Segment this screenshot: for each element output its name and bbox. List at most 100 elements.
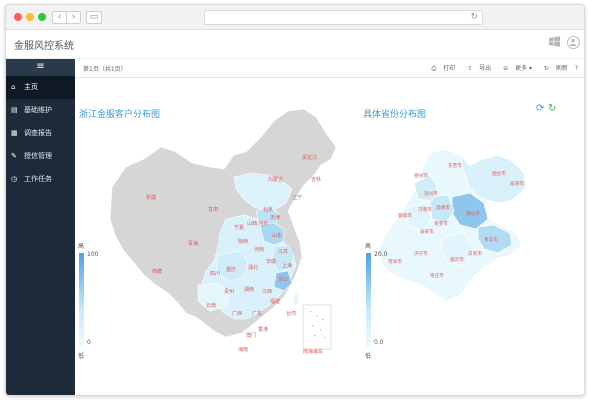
close-window-button[interactable] xyxy=(14,13,22,21)
city-label: 菏泽市 xyxy=(388,258,402,265)
city-label: 东营市 xyxy=(448,162,462,169)
legend-max-value: 100 xyxy=(87,251,99,258)
province-label: 广东 xyxy=(252,310,262,317)
refresh-label: 刷新 xyxy=(555,65,568,72)
sidebar-item-survey-report[interactable]: ▦ 调查报告 xyxy=(6,122,75,145)
legend-gradient-bar[interactable] xyxy=(366,253,371,347)
sidebar-item-basic-maintenance[interactable]: ▤ 基础维护 xyxy=(6,99,75,122)
city-label: 济宁市 xyxy=(414,250,428,257)
city-label: 淄博市 xyxy=(436,204,450,211)
windows-icon[interactable] xyxy=(549,36,560,50)
province-label: 宁夏 xyxy=(234,224,244,231)
edit-icon: ✎ xyxy=(11,152,17,160)
province-label: 湖北 xyxy=(248,264,258,271)
city-label: 潍坊市 xyxy=(466,210,480,217)
more-label: 更多 xyxy=(515,65,528,72)
city-label: 日照市 xyxy=(468,250,482,257)
print-button[interactable]: ⎙ 打印 xyxy=(427,65,456,72)
province-label: 重庆 xyxy=(226,266,236,273)
province-label: 新疆 xyxy=(146,194,156,201)
legend-min-value: 0.0 xyxy=(374,339,384,346)
back-icon[interactable]: ‹ xyxy=(52,11,67,24)
province-label: 香港 xyxy=(258,326,268,333)
province-label: 吉林 xyxy=(311,176,321,183)
more-button[interactable]: ⊖ 更多 ▾ xyxy=(498,65,532,72)
province-label: 甘肃 xyxy=(208,206,218,213)
sidebar-item-home[interactable]: ⌂ 主页 xyxy=(6,76,75,99)
print-icon: ⎙ xyxy=(431,65,437,72)
sidebar: ≡ ⌂ 主页 ▤ 基础维护 ▦ 调查报告 ✎ 授信管理 ◷ 工作任务 xyxy=(6,59,75,395)
province-label: 江苏 xyxy=(278,248,288,255)
city-label: 聊城市 xyxy=(398,212,412,219)
print-label: 打印 xyxy=(443,65,456,72)
export-label: 导出 xyxy=(479,65,492,72)
legend-high-label: 高 xyxy=(365,243,372,250)
province-label: 安徽 xyxy=(266,258,276,265)
city-label: 临沂市 xyxy=(450,256,464,263)
province-label: 青海 xyxy=(188,240,198,247)
toolbar-actions: ⎙ 打印 ⇪ 导出 ⊖ 更多 ▾ ↻ 刷新 ? xyxy=(422,63,578,73)
sidebar-item-credit-management[interactable]: ✎ 授信管理 xyxy=(6,145,75,168)
legend-low-label: 低 xyxy=(365,353,372,360)
clock-icon: ◷ xyxy=(11,175,18,183)
taiwan-island xyxy=(293,293,299,305)
refresh-button[interactable]: ↻ 刷新 xyxy=(539,65,568,72)
user-avatar-icon[interactable] xyxy=(567,36,580,49)
menu-toggle-icon[interactable]: ≡ xyxy=(6,59,75,76)
minimize-window-button[interactable] xyxy=(26,13,34,21)
province-label: 浙江 xyxy=(278,276,288,283)
sidebar-toggle-icon[interactable]: ▭ xyxy=(86,11,102,24)
city-label: 济南市 xyxy=(418,206,432,213)
address-bar[interactable]: ↻ xyxy=(204,10,483,25)
sidebar-item-label: 授信管理 xyxy=(24,152,52,160)
city-label: 枣庄市 xyxy=(430,272,444,279)
browser-window: ‹ › ▭ ↻ 金服风控系统 ≡ ⌂ 主页 ▤ 基础维护 ▦ 调查报告 ✎ 授信… xyxy=(5,4,585,396)
province-map[interactable]: 烟台市 威海市 东营市 德州市 滨州市 潍坊市 淄博市 聊城市 济南市 莱芜市 … xyxy=(374,145,534,305)
south-sea-inset xyxy=(302,304,332,350)
main-content: 第1页（共1页） ⎙ 打印 ⇪ 导出 ⊖ 更多 ▾ ↻ 刷新 ? 浙江金服客户分… xyxy=(76,59,584,395)
legend-low-label: 低 xyxy=(78,353,85,360)
province-label: 河南 xyxy=(254,246,264,253)
province-label: 黑龙江 xyxy=(302,154,317,161)
report-icon: ▦ xyxy=(11,129,18,137)
city-label: 泰安市 xyxy=(420,228,434,235)
province-label: 四川 xyxy=(210,271,220,277)
app-title: 金服风控系统 xyxy=(14,41,74,52)
legend-min-value: 0 xyxy=(87,339,91,346)
province-label: 湖南 xyxy=(244,286,254,293)
city-label: 烟台市 xyxy=(492,170,506,177)
export-button[interactable]: ⇪ 导出 xyxy=(462,65,491,72)
city-label: 青岛市 xyxy=(484,236,498,243)
province-label: 澳门 xyxy=(246,332,256,339)
help-button[interactable]: ? xyxy=(575,65,578,72)
refresh-icon: ↻ xyxy=(543,65,549,72)
more-icon: ⊖ xyxy=(503,65,509,72)
legend-gradient-bar[interactable] xyxy=(79,253,84,347)
province-label: 台湾 xyxy=(286,310,296,317)
restore-icon[interactable]: ⟳ xyxy=(536,103,544,114)
city-label: 德州市 xyxy=(414,172,428,179)
maximize-window-button[interactable] xyxy=(38,13,46,21)
sidebar-item-work-tasks[interactable]: ◷ 工作任务 xyxy=(6,168,75,191)
city-label: 威海市 xyxy=(510,180,524,187)
content-toolbar: 第1页（共1页） ⎙ 打印 ⇪ 导出 ⊖ 更多 ▾ ↻ 刷新 ? xyxy=(76,59,584,78)
province-label: 上海 xyxy=(282,262,292,269)
legend-max-value: 20.0 xyxy=(374,251,388,258)
province-label: 辽宁 xyxy=(292,194,302,201)
forward-icon[interactable]: › xyxy=(66,11,81,24)
file-icon: ▤ xyxy=(11,106,18,114)
province-label: 福建 xyxy=(270,298,280,305)
province-label: 海南 xyxy=(238,346,248,353)
sidebar-item-label: 基础维护 xyxy=(24,106,52,114)
city-label: 莱芜市 xyxy=(434,220,448,227)
province-label: 江西 xyxy=(262,288,272,295)
page-breadcrumb: 第1页（共1页） xyxy=(83,66,127,73)
city-label: 滨州市 xyxy=(424,190,438,197)
province-label: 内蒙古 xyxy=(268,176,283,183)
sidebar-item-label: 主页 xyxy=(24,83,38,91)
province-label: 天津 xyxy=(270,214,280,221)
reload-icon[interactable]: ↻ xyxy=(470,11,478,24)
browser-chrome: ‹ › ▭ ↻ xyxy=(6,5,584,30)
refresh-map-icon[interactable]: ↻ xyxy=(548,103,556,114)
china-map[interactable]: 黑龙江 吉林 辽宁 内蒙古 北京 天津 河北 山西 山东 宁夏 甘肃 新疆 青海… xyxy=(106,107,346,359)
